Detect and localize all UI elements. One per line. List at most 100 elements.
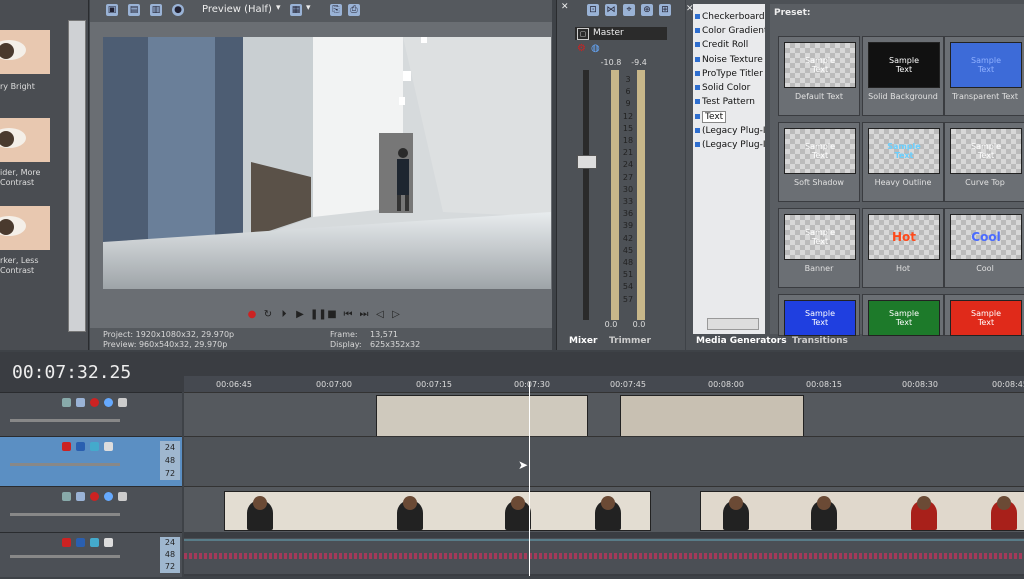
generator-item[interactable]: Color Gradient — [695, 24, 765, 38]
go-to-start-button[interactable]: ⏮ — [342, 309, 354, 321]
track-record-icon[interactable] — [62, 538, 71, 547]
track-solo-icon[interactable] — [104, 538, 113, 547]
close-icon[interactable]: ✕ — [561, 2, 569, 12]
track-level-slider[interactable] — [10, 463, 120, 466]
track-mute-icon[interactable] — [90, 538, 99, 547]
generator-item[interactable]: Credit Roll — [695, 38, 765, 52]
preset-red[interactable]: Sample Text — [944, 294, 1024, 336]
track-level-slider[interactable] — [10, 513, 120, 516]
insert-bus-icon[interactable]: ⊕ — [641, 4, 653, 16]
video-clip[interactable] — [224, 491, 651, 531]
split-screen-icon[interactable]: ▥ — [150, 4, 162, 16]
preset-heavy-outline[interactable]: Sample Text Heavy Outline — [862, 122, 944, 202]
track-header-audio-1[interactable]: 24 48 72 — [0, 436, 182, 487]
audio-track-lane-2[interactable] — [184, 532, 1024, 576]
loop-button[interactable]: ↻ — [262, 309, 274, 321]
fx-thumbnail[interactable] — [0, 118, 50, 162]
fx-panel-scrollbar[interactable] — [68, 20, 86, 332]
preset-green[interactable]: Sample Text — [862, 294, 944, 336]
save-snapshot-icon[interactable]: ⎙ — [348, 4, 360, 16]
fx-thumbnail[interactable] — [0, 206, 50, 250]
play-from-start-button[interactable]: ⏵ — [278, 309, 290, 321]
track-mute-icon[interactable] — [104, 492, 113, 501]
track-record-icon[interactable] — [90, 492, 99, 501]
dim-output-icon[interactable]: ⌖ — [623, 4, 635, 16]
video-track-lane-2[interactable] — [184, 486, 1024, 533]
track-fx-icon[interactable] — [76, 442, 85, 451]
downmix-icon[interactable]: ⋈ — [605, 4, 617, 16]
ruler-tick-label: 00:08:45 — [992, 380, 1024, 389]
preset-solid-background[interactable]: Sample Text Solid Background — [862, 36, 944, 116]
preset-hot[interactable]: Hot Hot — [862, 208, 944, 288]
external-monitor-icon[interactable]: ● — [172, 4, 184, 16]
fx-thumbnail[interactable] — [0, 30, 50, 74]
video-track-lane-1[interactable] — [184, 392, 1024, 437]
record-button[interactable]: ● — [246, 309, 258, 321]
timeline-playhead[interactable] — [529, 382, 530, 576]
video-output-fx-icon[interactable]: ▤ — [128, 4, 140, 16]
next-frame-button[interactable]: ▷ — [390, 309, 402, 321]
tab-mixer[interactable]: Mixer — [563, 334, 604, 348]
chevron-down-icon[interactable]: ▾ — [276, 3, 281, 13]
preset-curve-top[interactable]: Sample Text Curve Top — [944, 122, 1024, 202]
generator-item[interactable]: (Legacy Plug-In — [695, 138, 765, 152]
track-solo-icon[interactable] — [104, 442, 113, 451]
previous-frame-button[interactable]: ◁ — [374, 309, 386, 321]
master-fx-icon[interactable]: ⚙ — [577, 43, 586, 54]
generator-item[interactable]: (Legacy Plug-In — [695, 124, 765, 138]
track-solo-icon[interactable] — [118, 398, 127, 407]
track-header-audio-2[interactable]: 24 48 72 — [0, 532, 182, 577]
video-preview-frame[interactable] — [103, 37, 551, 289]
track-mute-icon[interactable] — [104, 398, 113, 407]
generator-item[interactable]: Checkerboard — [695, 10, 765, 24]
track-mute-icon[interactable] — [90, 442, 99, 451]
generator-item[interactable]: Test Pattern — [695, 95, 765, 109]
track-level-slider[interactable] — [10, 555, 120, 558]
video-clip[interactable] — [700, 491, 1024, 531]
copy-snapshot-icon[interactable]: ⎘ — [330, 4, 342, 16]
overlays-icon[interactable]: ▦ — [290, 4, 302, 16]
mute-icon[interactable]: ◍ — [591, 43, 600, 54]
preset-banner[interactable]: Sample Text Banner — [778, 208, 860, 288]
video-clip[interactable] — [620, 395, 804, 437]
preset-blue[interactable]: Sample Text — [778, 294, 860, 336]
mixer-properties-icon[interactable]: ⊡ — [587, 4, 599, 16]
track-record-icon[interactable] — [62, 442, 71, 451]
tab-transitions[interactable]: Transitions — [786, 334, 854, 348]
meter-scale-label: 45 — [622, 245, 634, 255]
track-fx-icon[interactable] — [76, 492, 85, 501]
generator-item[interactable]: Noise Texture — [695, 53, 765, 67]
track-record-icon[interactable] — [90, 398, 99, 407]
stop-button[interactable]: ■ — [326, 309, 338, 321]
preset-transparent-text[interactable]: Sample Text Transparent Text — [944, 36, 1024, 116]
track-motion-icon[interactable] — [62, 398, 71, 407]
video-clip[interactable] — [376, 395, 588, 437]
preset-cool[interactable]: Cool Cool — [944, 208, 1024, 288]
audio-track-lane-1[interactable] — [184, 436, 1024, 487]
generator-item[interactable]: ProType Titler — [695, 67, 765, 81]
chevron-down-icon[interactable]: ▾ — [306, 3, 311, 13]
generator-list-scrollbar[interactable] — [707, 318, 759, 330]
preview-quality-dropdown[interactable]: Preview (Half) — [202, 4, 272, 15]
tab-trimmer[interactable]: Trimmer — [603, 334, 657, 348]
track-fx-icon[interactable] — [76, 538, 85, 547]
track-motion-icon[interactable] — [62, 492, 71, 501]
insert-fx-icon[interactable]: ⊞ — [659, 4, 671, 16]
generator-item[interactable]: Solid Color — [695, 81, 765, 95]
play-button[interactable]: ▶ — [294, 309, 306, 321]
preset-default-text[interactable]: Sample Text Default Text — [778, 36, 860, 116]
project-properties-icon[interactable]: ▣ — [106, 4, 118, 16]
track-level-slider[interactable] — [10, 419, 120, 422]
pause-button[interactable]: ❚❚ — [310, 309, 327, 321]
timecode-display[interactable]: 00:07:32.25 — [12, 362, 182, 383]
track-solo-icon[interactable] — [118, 492, 127, 501]
preset-soft-shadow[interactable]: Sample Text Soft Shadow — [778, 122, 860, 202]
meter-scale-label: 18 — [622, 136, 634, 145]
generator-item-selected[interactable]: Text — [695, 110, 765, 124]
track-header-video-2[interactable] — [0, 486, 182, 533]
track-header-video-1[interactable] — [0, 392, 182, 437]
tab-media-generators[interactable]: Media Generators — [690, 334, 793, 348]
master-fader[interactable] — [577, 155, 597, 169]
track-fx-icon[interactable] — [76, 398, 85, 407]
go-to-end-button[interactable]: ⏭ — [358, 309, 370, 321]
